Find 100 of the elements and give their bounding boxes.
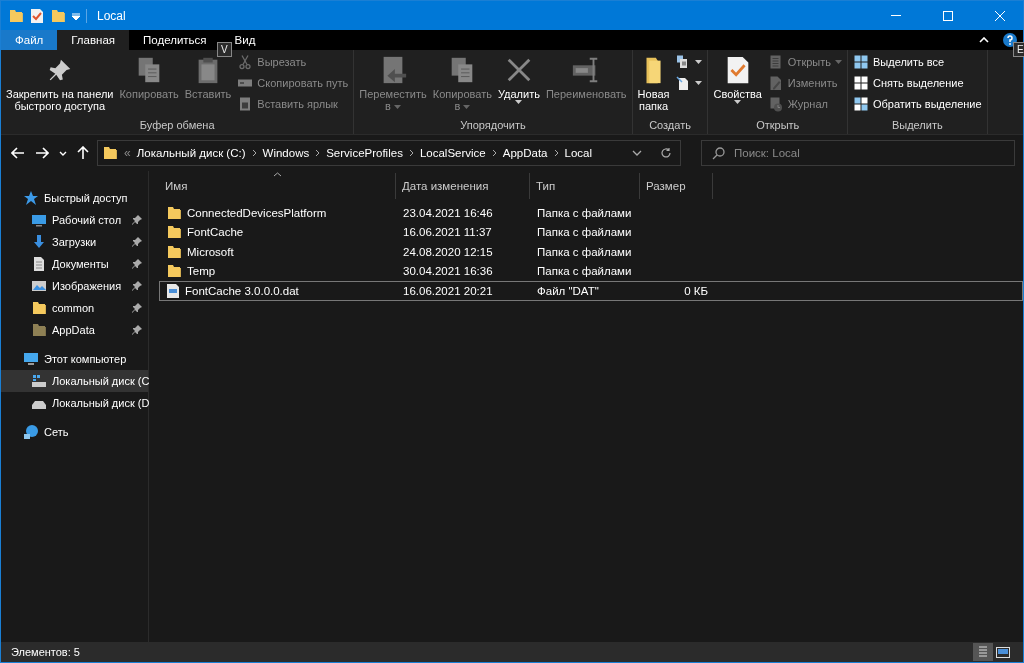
file-name: Microsoft (187, 245, 234, 258)
ribbon-button[interactable]: Выделить все (851, 52, 984, 72)
group-label: Открыть (755, 119, 801, 133)
ribbon-tab[interactable]: Файл (1, 30, 58, 50)
forward-arrow-icon (35, 147, 49, 159)
column-header[interactable]: Размер (640, 173, 713, 199)
sidebar-item[interactable]: Документы (1, 253, 148, 275)
forward-button[interactable] (33, 145, 51, 161)
search-icon (712, 147, 725, 160)
date-cell-text: 23.04.2021 16:46 (402, 206, 494, 219)
type-cell-text: Папка с файлами (536, 265, 633, 278)
pin-icon[interactable] (132, 237, 142, 247)
grid-outline-icon (853, 75, 869, 91)
search-field[interactable]: Поиск: Local (701, 140, 1015, 166)
ribbon-button[interactable]: Снять выделение (851, 73, 984, 93)
sidebar-item[interactable]: Локальный диск (D (1, 392, 148, 414)
column-header[interactable]: Тип (530, 173, 640, 199)
ribbon-button[interactable]: Обратить выделение (851, 94, 984, 114)
breadcrumb[interactable]: AppData (502, 147, 548, 159)
ribbon-button[interactable]: Закрепить на панели быстрого доступа (4, 52, 116, 112)
network-icon (23, 424, 39, 440)
date-cell-text: 16.06.2021 20:21 (402, 284, 494, 297)
group-label: Буфер обмена (138, 119, 216, 133)
folder-icon (102, 145, 118, 161)
sidebar-item[interactable]: Загрузки (1, 231, 148, 253)
chevron-down-icon[interactable] (632, 150, 642, 156)
folder-icon (166, 263, 182, 280)
folder-icon (31, 322, 47, 338)
chevron-icon (251, 149, 257, 157)
grid-icon (853, 96, 869, 112)
pin-icon[interactable] (132, 259, 142, 269)
up-button[interactable] (75, 144, 91, 162)
group-label: Выделить (890, 119, 944, 133)
type-cell-text: Папка с файлами (536, 245, 633, 258)
chevron-icon (315, 149, 321, 157)
folder-icon (50, 7, 66, 24)
file-row[interactable]: Microsoft 24.08.2020 12:15 Папка с файлами (159, 242, 1023, 262)
column-header[interactable]: Имя (159, 173, 396, 199)
breadcrumb[interactable]: LocalService (419, 147, 486, 159)
date-cell-text: 30.04.2021 16:36 (402, 265, 494, 278)
window-title: Local (97, 8, 127, 23)
sidebar-item[interactable]: common (1, 297, 148, 319)
file-row[interactable]: FontCache 16.06.2021 11:37 Папка с файлами (159, 222, 1023, 242)
file-row[interactable]: Temp 30.04.2021 16:36 Папка с файлами (159, 261, 1023, 281)
address-bar[interactable]: « Локальный диск (C:) Windows ServiceProfiles LocalService AppData Local (97, 140, 681, 166)
ribbon-button[interactable] (673, 73, 705, 93)
pin-icon[interactable] (132, 303, 142, 313)
checkmark-document-icon[interactable] (30, 7, 44, 24)
file-row[interactable]: ConnectedDevicesPlatform 23.04.2021 16:46 Папка с файлами (159, 203, 1023, 223)
details-view-icon (979, 646, 987, 658)
sidebar-item[interactable]: Рабочий стол (1, 209, 148, 231)
pin-icon[interactable] (132, 325, 142, 335)
folder-icon (166, 224, 182, 241)
ribbon-button[interactable]: Новая папка (635, 52, 672, 112)
refresh-icon[interactable] (660, 147, 672, 159)
file-name: FontCache (187, 226, 244, 239)
tiles-view-icon (996, 646, 1010, 658)
sidebar-item[interactable]: Этот компьютер (1, 348, 148, 370)
customize-icon[interactable] (72, 11, 80, 20)
breadcrumb[interactable]: Windows (262, 147, 310, 159)
sidebar-item[interactable]: Сеть (1, 421, 148, 443)
file-name: ConnectedDevicesPlatform (187, 206, 327, 219)
pin-icon[interactable] (132, 215, 142, 225)
sidebar-item[interactable]: Изображения (1, 275, 148, 297)
file-row[interactable]: FontCache 3.0.0.0.dat 16.06.2021 20:21 Файл "DAT" 0 КБ (159, 281, 1023, 301)
back-arrow-icon (11, 147, 25, 159)
document-icon (31, 256, 47, 272)
chevron-icon (491, 149, 497, 157)
overflow-marker[interactable]: « (124, 146, 131, 160)
folder-icon (166, 243, 182, 260)
item-count: Элементов: 5 (11, 646, 81, 658)
column-header[interactable]: Дата изменения (396, 173, 530, 199)
grid-icon (853, 54, 869, 70)
breadcrumb[interactable]: Local (564, 147, 592, 159)
breadcrumb[interactable]: ServiceProfiles (326, 147, 403, 159)
type-cell-text: Файл "DAT" (536, 284, 600, 297)
breadcrumb[interactable]: Локальный диск (C:) (136, 147, 246, 159)
close-icon (995, 10, 1005, 21)
pin-icon[interactable] (132, 281, 142, 291)
minimize-icon (891, 15, 901, 16)
drive-icon (31, 373, 47, 389)
pictures-icon (31, 278, 47, 294)
ribbon-button[interactable]: Удалить (495, 52, 542, 105)
date-cell-text: 24.08.2020 12:15 (402, 245, 494, 258)
type-cell-text: Папка с файлами (536, 226, 633, 239)
collapse-ribbon-icon[interactable] (979, 37, 989, 43)
back-button[interactable] (9, 145, 27, 161)
chevron-icon (553, 149, 559, 157)
ribbon-button[interactable]: Свойства (711, 52, 764, 105)
sidebar-item[interactable]: AppData (1, 319, 148, 341)
folder-icon (8, 7, 24, 24)
group-label: Упорядочить (459, 119, 527, 133)
type-cell-text: Папка с файлами (536, 206, 633, 219)
sidebar-item[interactable]: Быстрый доступ (1, 187, 148, 209)
size-cell-text: 0 КБ (683, 284, 709, 297)
ribbon-tab[interactable]: Главная (57, 30, 130, 50)
sort-up-icon (273, 172, 282, 177)
sidebar-item[interactable]: Локальный диск (C (1, 370, 148, 392)
folder-icon (31, 300, 47, 316)
group-label: Создать (648, 119, 692, 133)
